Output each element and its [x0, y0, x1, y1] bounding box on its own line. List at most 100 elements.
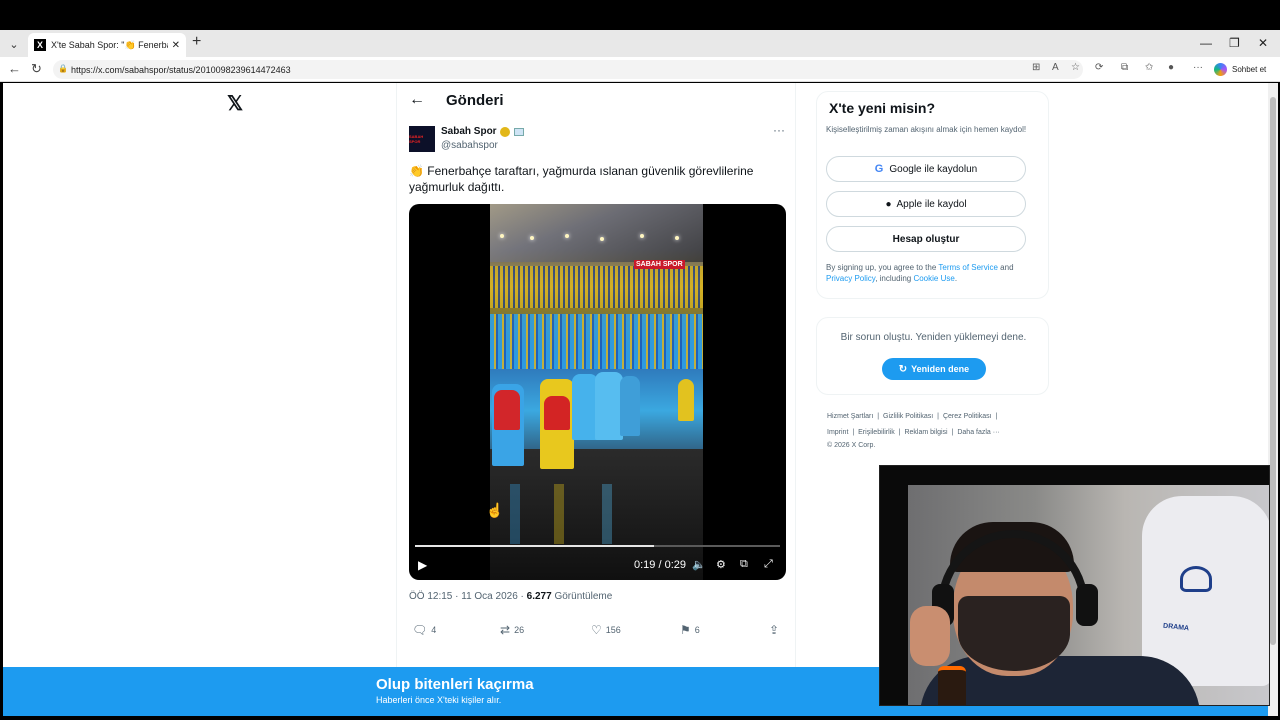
new-tab-icon[interactable]: +: [192, 33, 201, 51]
tweet-timestamp[interactable]: ÖÖ 12:15 · 11 Oca 2026 ·: [409, 591, 527, 602]
tweet-text: 👏 Fenerbahçe taraftarı, yağmurda ıslanan…: [409, 164, 754, 194]
error-card: Bir sorun oluştu. Yeniden yüklemeyi dene…: [816, 317, 1049, 395]
footer-link-more[interactable]: Daha fazla ···: [957, 429, 999, 436]
banner-title: Olup bitenleri kaçırma: [376, 676, 534, 693]
like-count: 156: [605, 625, 621, 635]
fan-red-vest: [544, 396, 570, 430]
cookie-link[interactable]: Cookie Use: [913, 274, 954, 283]
crowd-blue: [490, 314, 703, 369]
terms-link[interactable]: Terms of Service: [938, 263, 998, 272]
share-icon: ⇪: [769, 623, 780, 637]
reply-button[interactable]: 🗨 4: [412, 623, 436, 637]
fullscreen-icon[interactable]: ⤢: [764, 558, 773, 571]
author-handle[interactable]: @sabahspor: [441, 140, 498, 151]
footer-link-terms[interactable]: Hizmet Şartları: [827, 413, 873, 420]
repost-button[interactable]: ⇄ 26: [500, 623, 524, 637]
footer-sep: |: [995, 413, 998, 420]
video-frame: SABAH SPOR: [490, 204, 703, 580]
tab-list-chevron-icon[interactable]: ⌄: [5, 35, 23, 53]
google-signup-button[interactable]: G Google ile kaydolun: [826, 156, 1026, 182]
play-icon[interactable]: ▶: [418, 558, 427, 572]
tweet-meta: ÖÖ 12:15 · 11 Oca 2026 · 6.277 Görüntüle…: [409, 591, 612, 602]
footer-link-imprint[interactable]: Imprint: [827, 429, 848, 436]
footer-link-cookie[interactable]: Çerez Politikası: [943, 413, 992, 420]
app-available-icon[interactable]: ⊞: [1032, 62, 1040, 73]
heart-icon: ♡: [591, 623, 602, 637]
copyright: © 2026 X Corp.: [827, 442, 876, 449]
minimize-icon[interactable]: —: [1200, 36, 1212, 50]
back-arrow-icon[interactable]: ←: [409, 91, 425, 109]
x-logo-icon[interactable]: 𝕏: [227, 91, 243, 116]
apple-signup-label: Apple ile kaydol: [896, 198, 967, 210]
video-progress-bar[interactable]: [415, 545, 780, 547]
repost-icon: ⇄: [500, 623, 511, 637]
copilot-icon: [1214, 63, 1227, 76]
video-progress-fill: [415, 545, 655, 547]
create-account-button[interactable]: Hesap oluştur: [826, 226, 1026, 252]
apple-signup-button[interactable]: ● Apple ile kaydol: [826, 191, 1026, 217]
streamer-fist: [910, 606, 950, 666]
legal-including: , including: [875, 274, 914, 283]
fan-yellow-2: [678, 379, 694, 421]
like-button[interactable]: ♡ 156: [591, 623, 621, 637]
retry-button[interactable]: ↻ Yeniden dene: [882, 358, 986, 380]
tab-close-icon[interactable]: ✕: [172, 40, 180, 51]
video-time: 0:19 / 0:29: [634, 559, 686, 571]
copilot-button[interactable]: Sohbet et: [1214, 60, 1266, 79]
address-bar-row: ← ↻ 🔒 https://x.com/sabahspor/status/201…: [0, 57, 1280, 82]
reflection: [602, 484, 612, 544]
share-button[interactable]: ⇪: [769, 623, 783, 637]
favorite-star-icon[interactable]: ☆: [1071, 62, 1080, 73]
stadium-roof: [490, 204, 703, 262]
chair-logo-icon: [1180, 566, 1212, 592]
favorites-icon[interactable]: ✩: [1145, 62, 1153, 73]
footer-sep: |: [898, 429, 901, 436]
volume-icon[interactable]: 🔈: [692, 558, 706, 571]
headset-earcup-right: [1076, 584, 1098, 626]
picture-in-picture-icon[interactable]: ⧉: [740, 558, 748, 571]
video-watermark: SABAH SPOR: [634, 260, 685, 269]
site-info-icon[interactable]: 🔒: [58, 64, 68, 73]
error-message: Bir sorun oluştu. Yeniden yüklemeyi dene…: [840, 332, 1027, 343]
privacy-link[interactable]: Privacy Policy: [826, 274, 875, 283]
views-label: Görüntüleme: [554, 591, 613, 602]
reload-icon[interactable]: ↻: [31, 61, 42, 77]
video-player[interactable]: SABAH SPOR ☝ ▶ 0:19 / 0:29 🔈 ⚙ ⧉ ⤢: [409, 204, 786, 580]
mouse-cursor-icon: ☝: [486, 502, 504, 518]
read-aloud-icon[interactable]: A: [1052, 62, 1059, 73]
refresh-extension-icon[interactable]: ⟳: [1095, 62, 1103, 73]
back-icon[interactable]: ←: [8, 61, 21, 76]
browser-tab[interactable]: X X'te Sabah Spor: "👏 Fenerbahçe ✕: [28, 33, 186, 57]
page-title: Gönderi: [446, 92, 504, 109]
footer-link-accessibility[interactable]: Erişilebilirlik: [858, 429, 895, 436]
avatar[interactable]: SABAH SPOR: [409, 126, 435, 152]
footer-sep: |: [852, 429, 855, 436]
copilot-label: Sohbet et: [1232, 65, 1267, 74]
extensions-icon[interactable]: ⧉: [1121, 62, 1128, 73]
repost-count: 26: [514, 625, 525, 635]
more-options-icon[interactable]: ···: [773, 123, 785, 137]
url-field[interactable]: 🔒 https://x.com/sabahspor/status/2010098…: [53, 60, 1083, 79]
bookmark-button[interactable]: ⚑ 6: [680, 623, 700, 637]
close-window-icon[interactable]: ✕: [1258, 36, 1268, 50]
footer-link-ads[interactable]: Reklam bilgisi: [904, 429, 947, 436]
author-name-row[interactable]: Sabah Spor: [441, 126, 524, 137]
browser-menu-icon[interactable]: ···: [1193, 62, 1203, 73]
scrollbar-thumb[interactable]: [1270, 97, 1276, 645]
settings-gear-icon[interactable]: ⚙: [716, 558, 726, 571]
x-favicon-icon: X: [34, 39, 46, 51]
browser-tab-bar: ⌄ X X'te Sabah Spor: "👏 Fenerbahçe ✕ + —…: [0, 30, 1280, 57]
bookmark-count: 6: [694, 625, 700, 635]
top-black-bar: [0, 0, 1280, 30]
google-icon: G: [874, 163, 884, 175]
reply-icon: 🗨: [412, 623, 428, 637]
tab-title: X'te Sabah Spor: "👏 Fenerbahçe: [51, 39, 168, 50]
banner-subtitle: Haberleri önce X'teki kişiler alır.: [376, 695, 502, 705]
footer-sep: |: [951, 429, 954, 436]
create-account-label: Hesap oluştur: [892, 233, 960, 245]
footer-link-privacy[interactable]: Gizlilik Politikası: [883, 413, 933, 420]
main-column: ← Gönderi SABAH SPOR Sabah Spor @sabahsp…: [396, 83, 796, 716]
maximize-icon[interactable]: ❐: [1229, 36, 1240, 50]
retry-label: Yeniden dene: [911, 364, 970, 374]
profile-avatar-icon[interactable]: ●: [1168, 62, 1174, 73]
